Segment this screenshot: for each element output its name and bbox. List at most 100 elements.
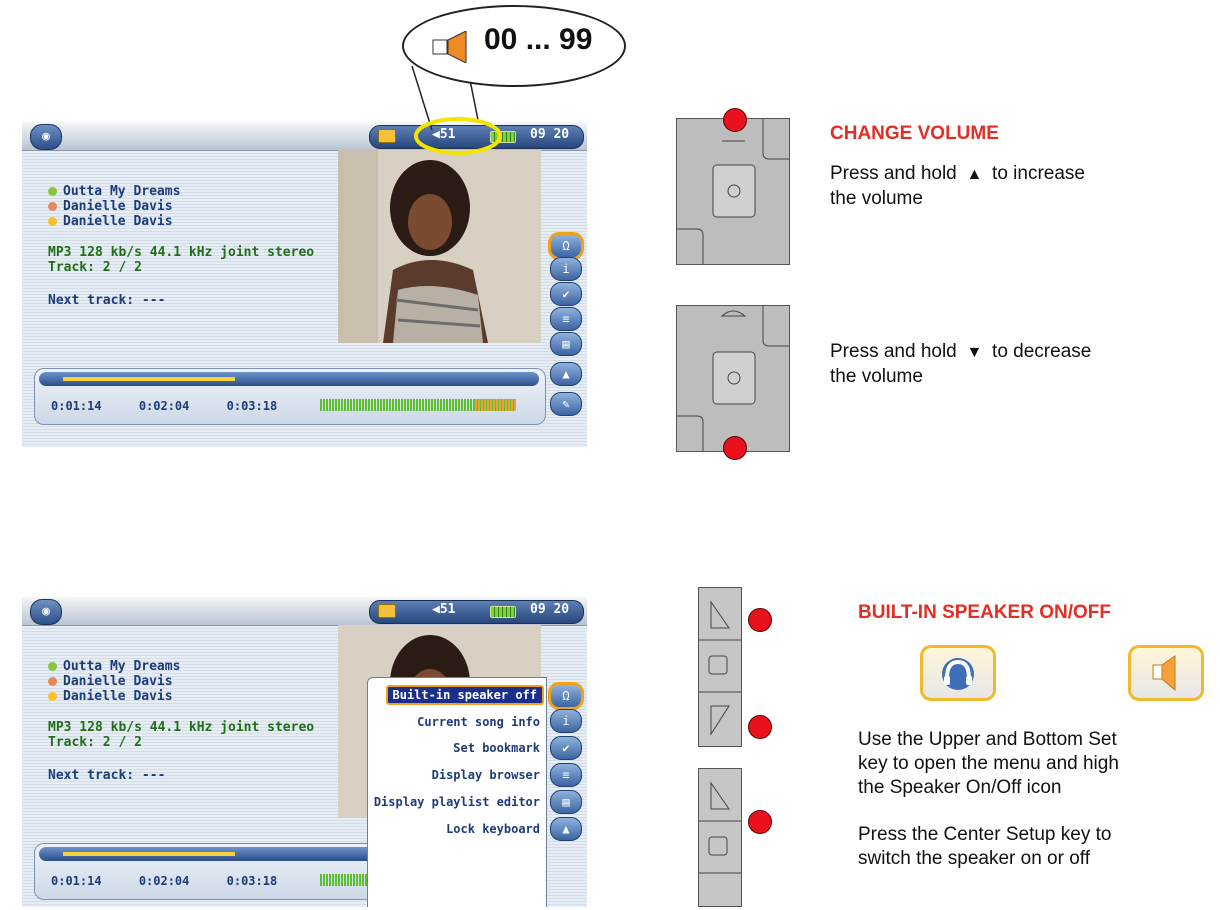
check-button[interactable]: ✔	[550, 282, 582, 306]
increase-line2: the volume	[830, 188, 923, 209]
speaker-icon	[1128, 645, 1204, 701]
headphones-button[interactable]: Ω	[548, 682, 584, 710]
volume-value: 51	[439, 127, 456, 142]
lock-button[interactable]: ▲	[550, 362, 582, 386]
song-title: Outta My Dreams	[63, 184, 181, 199]
album-name: Danielle Davis	[63, 689, 173, 704]
track-info: Track: 2 / 2	[48, 260, 142, 275]
check-button[interactable]: ✔	[550, 736, 582, 760]
clock: 09 20	[530, 602, 570, 617]
browser-button[interactable]: ≡	[550, 307, 582, 331]
lock-button[interactable]: ▲	[550, 817, 582, 841]
player-screen-volume: ◉ ◀51 09 20 Outta My Dreams Danielle Dav…	[22, 122, 587, 447]
menu-item-bookmark[interactable]: Set bookmark	[453, 741, 540, 755]
status-pill: ◀51 09 20	[369, 600, 584, 624]
setup-key-strip-1	[698, 587, 742, 747]
change-volume-heading: CHANGE VOLUME	[830, 123, 999, 144]
artist-icon	[48, 202, 57, 211]
menu-item-speaker-off[interactable]: Built-in speaker off	[385, 685, 544, 705]
keypad-up	[676, 118, 790, 265]
decrease-line1-end: to decrease	[992, 341, 1092, 362]
up-key-marker	[723, 108, 747, 132]
settings-button[interactable]: ✎	[550, 392, 582, 416]
speaker-instructions-1: Use the Upper and Bottom Set key to open…	[858, 728, 1119, 800]
battery-icon	[490, 606, 516, 618]
increase-volume-text: Press and hold ▲ to increase the volume	[830, 162, 1085, 211]
song-title: Outta My Dreams	[63, 659, 181, 674]
player-screen-menu: ◉ ◀51 09 20 Outta My Dreams Danielle Dav…	[22, 597, 587, 907]
battery-icon	[490, 131, 516, 143]
down-key-marker	[723, 436, 747, 460]
info-button[interactable]: i	[550, 257, 582, 281]
playback-panel: 0:01:14 0:02:04 0:03:18	[34, 368, 546, 425]
volume-value: 51	[439, 602, 456, 617]
next-track: Next track: ---	[48, 768, 166, 783]
increase-line1: Press and hold	[830, 163, 957, 184]
decrease-volume-text: Press and hold ▼ to decrease the volume	[830, 340, 1091, 389]
folder-icon[interactable]	[378, 604, 396, 618]
speaker-instructions-2: Press the Center Setup key to switch the…	[858, 823, 1111, 871]
album-art	[338, 150, 541, 343]
setup-key-strip-2	[698, 768, 742, 907]
folder-icon[interactable]	[378, 129, 396, 143]
menu-item-browser[interactable]: Display browser	[432, 768, 540, 782]
speaker-text-line3: the Speaker On/Off icon	[858, 777, 1062, 798]
format-info: MP3 128 kb/s 44.1 kHz joint stereo	[48, 720, 315, 735]
artist-name: Danielle Davis	[63, 199, 173, 214]
volume-indicator: ◀51	[432, 127, 456, 142]
status-pill: ◀51 09 20	[369, 125, 584, 149]
artist-name: Danielle Davis	[63, 674, 173, 689]
home-button[interactable]: ◉	[30, 124, 62, 150]
format-info: MP3 128 kb/s 44.1 kHz joint stereo	[48, 245, 315, 260]
speaker-text2-line2: switch the speaker on or off	[858, 848, 1090, 869]
context-menu: Built-in speaker off Current song info S…	[367, 677, 547, 907]
bottom-setup-key-marker	[748, 715, 772, 739]
album-name: Danielle Davis	[63, 214, 173, 229]
menu-item-song-info[interactable]: Current song info	[417, 715, 540, 729]
album-icon	[48, 692, 57, 701]
speaker-heading: BUILT-IN SPEAKER ON/OFF	[858, 602, 1111, 623]
volume-indicator: ◀51	[432, 602, 456, 617]
album-icon	[48, 217, 57, 226]
info-button[interactable]: i	[550, 709, 582, 733]
speaker-text2-line1: Press the Center Setup key to	[858, 824, 1112, 845]
playlist-button[interactable]: ▤	[550, 332, 582, 356]
down-arrow-icon: ▼	[962, 344, 987, 361]
decrease-line2: the volume	[830, 366, 923, 387]
headphones-icon	[920, 645, 996, 701]
playback-times: 0:01:14 0:02:04 0:03:18	[51, 399, 307, 413]
progress-fill	[63, 377, 235, 381]
progress-bar[interactable]	[39, 372, 539, 386]
level-meter-peak	[475, 399, 516, 411]
song-info: Outta My Dreams Danielle Davis Danielle …	[48, 659, 314, 783]
up-arrow-icon: ▲	[962, 166, 987, 183]
playlist-button[interactable]: ▤	[550, 790, 582, 814]
song-info: Outta My Dreams Danielle Davis Danielle …	[48, 184, 314, 308]
time-remaining: 0:02:04	[138, 399, 190, 413]
time-elapsed: 0:01:14	[51, 874, 102, 888]
time-elapsed: 0:01:14	[51, 399, 102, 413]
speaker-text-line2: key to open the menu and high	[858, 753, 1119, 774]
browser-button[interactable]: ≡	[550, 763, 582, 787]
artist-icon	[48, 677, 57, 686]
volume-range-label: 00 ... 99	[484, 23, 593, 56]
headphones-button[interactable]: Ω	[548, 232, 584, 260]
center-setup-key-marker	[748, 810, 772, 834]
time-remaining: 0:02:04	[138, 874, 190, 888]
progress-fill	[63, 852, 235, 856]
decrease-line1: Press and hold	[830, 341, 957, 362]
track-info: Track: 2 / 2	[48, 735, 142, 750]
time-total: 0:03:18	[226, 874, 278, 888]
upper-setup-key-marker	[748, 608, 772, 632]
menu-item-lock-keyboard[interactable]: Lock keyboard	[446, 822, 540, 836]
status-bar: ◉ ◀51 09 20	[22, 597, 587, 626]
time-total: 0:03:18	[226, 399, 278, 413]
speaker-text-line1: Use the Upper and Bottom Set	[858, 729, 1117, 750]
playback-times: 0:01:14 0:02:04 0:03:18	[51, 874, 307, 888]
increase-line1-end: to increase	[992, 163, 1085, 184]
note-icon	[48, 662, 57, 671]
home-button[interactable]: ◉	[30, 599, 62, 625]
status-bar: ◉ ◀51 09 20	[22, 122, 587, 151]
clock: 09 20	[530, 127, 570, 142]
menu-item-playlist-editor[interactable]: Display playlist editor	[374, 795, 540, 809]
